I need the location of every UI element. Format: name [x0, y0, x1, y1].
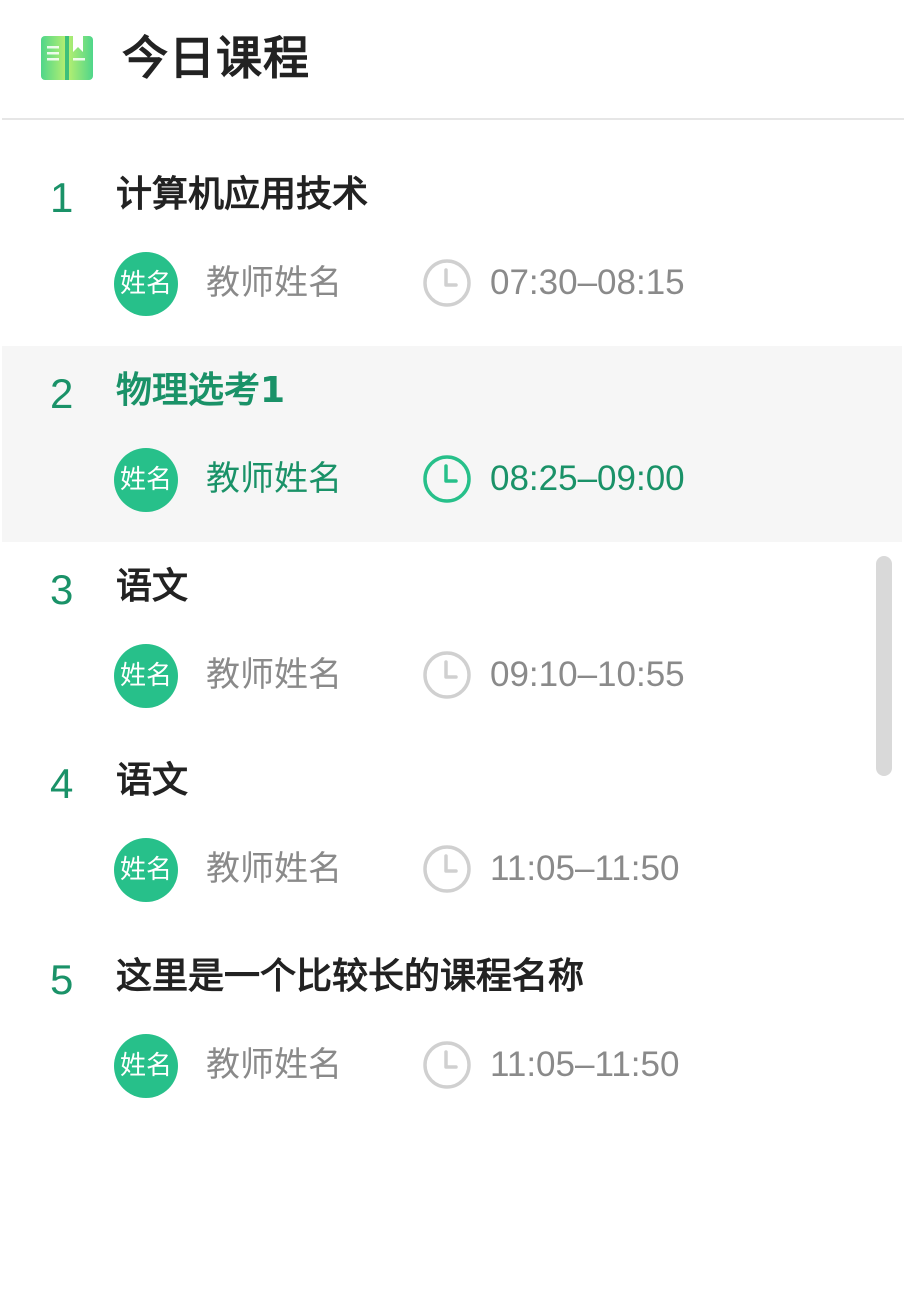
teacher-avatar: 姓名 — [114, 448, 178, 512]
header: 今日课程 — [0, 0, 904, 118]
course-item-active[interactable]: 2 物理选考1 姓名 教师姓名 08:25–09:00 — [2, 346, 902, 542]
course-name: 计算机应用技术 — [116, 174, 369, 215]
teacher-avatar: 姓名 — [114, 838, 178, 902]
course-index: 3 — [50, 566, 74, 613]
course-name: 物理选考1 — [116, 370, 286, 411]
course-item[interactable]: 5 这里是一个比较长的课程名称 姓名 教师姓名 11:05–11:50 — [2, 932, 902, 1128]
course-index: 4 — [50, 760, 74, 807]
teacher-name: 教师姓名 — [206, 655, 342, 695]
course-index: 5 — [50, 956, 74, 1003]
course-time: 07:30–08:15 — [490, 263, 685, 302]
teacher-avatar: 姓名 — [114, 252, 178, 316]
teacher-name: 教师姓名 — [206, 849, 342, 889]
course-item[interactable]: 4 语文 姓名 教师姓名 11:05–11:50 — [2, 736, 902, 932]
course-time: 11:05–11:50 — [490, 1045, 680, 1084]
course-name: 语文 — [116, 566, 189, 607]
course-item[interactable]: 3 语文 姓名 教师姓名 09:10–10:55 — [2, 542, 902, 738]
teacher-avatar: 姓名 — [114, 644, 178, 708]
course-page: 今日课程 1 计算机应用技术 姓名 教师姓名 07:30–08:15 2 物理选… — [0, 0, 904, 1296]
course-time: 08:25–09:00 — [490, 459, 685, 498]
clock-icon — [423, 845, 471, 893]
course-time: 11:05–11:50 — [490, 849, 680, 888]
clock-icon — [423, 1041, 471, 1089]
scrollbar[interactable] — [876, 556, 892, 776]
teacher-avatar: 姓名 — [114, 1034, 178, 1098]
course-index: 2 — [50, 370, 74, 417]
clock-icon — [423, 455, 471, 503]
course-name: 这里是一个比较长的课程名称 — [116, 956, 585, 997]
teacher-name: 教师姓名 — [206, 459, 342, 499]
course-time: 09:10–10:55 — [490, 655, 685, 694]
course-index: 1 — [50, 174, 74, 221]
teacher-name: 教师姓名 — [206, 1045, 342, 1085]
clock-icon — [423, 651, 471, 699]
teacher-name: 教师姓名 — [206, 263, 342, 303]
clock-icon — [423, 259, 471, 307]
book-icon — [41, 32, 93, 80]
header-divider — [2, 118, 904, 120]
page-title: 今日课程 — [122, 31, 310, 85]
course-item[interactable]: 1 计算机应用技术 姓名 教师姓名 07:30–08:15 — [2, 150, 902, 346]
course-name: 语文 — [116, 760, 189, 801]
